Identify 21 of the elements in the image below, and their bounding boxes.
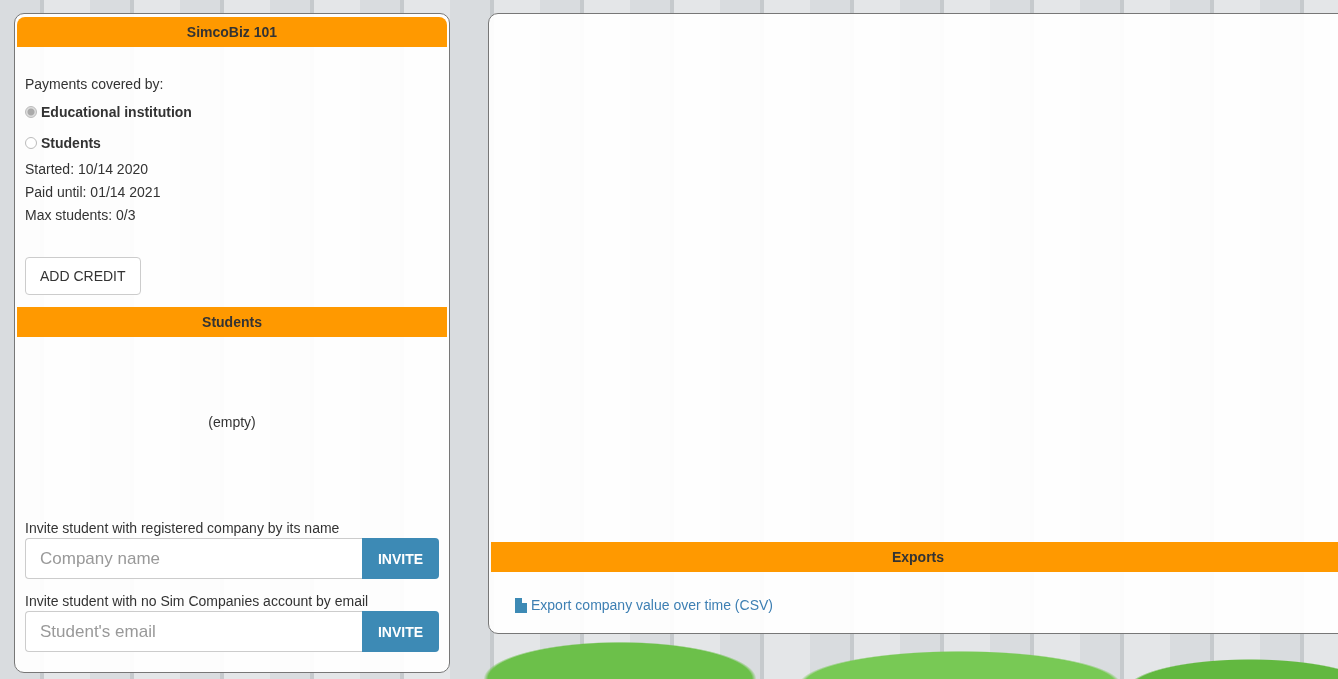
add-credit-button[interactable]: ADD CREDIT bbox=[25, 257, 141, 295]
radio-label: Students bbox=[41, 134, 101, 151]
panel-header: SimcoBiz 101 bbox=[17, 17, 447, 47]
file-icon bbox=[515, 597, 527, 613]
detail-text: Max students: 0/3 bbox=[25, 206, 137, 225]
invite-label: Invite student with no Sim Companies account by email bbox=[25, 592, 370, 611]
payments-label: Payments covered by: bbox=[25, 75, 165, 94]
radio-button[interactable] bbox=[25, 136, 37, 149]
radio-label: Educational institution bbox=[41, 103, 192, 120]
empty-text: (empty) bbox=[207, 414, 257, 430]
invite-button[interactable]: INVITE bbox=[362, 611, 439, 652]
detail-text: Started: 10/14 2020 bbox=[25, 160, 149, 179]
invite-field[interactable]: Company name bbox=[25, 538, 362, 579]
detail-text: Paid until: 01/14 2021 bbox=[25, 183, 162, 202]
radio-button[interactable] bbox=[25, 105, 37, 118]
invite-button[interactable]: INVITE bbox=[362, 538, 439, 579]
invite-label: Invite student with registered company by its name bbox=[25, 519, 341, 538]
section-header: Students bbox=[17, 307, 447, 337]
export-link[interactable]: Export company value over time (CSV) bbox=[531, 597, 773, 613]
section-header: Exports bbox=[491, 542, 1338, 572]
invite-field[interactable]: Student's email bbox=[25, 611, 362, 652]
